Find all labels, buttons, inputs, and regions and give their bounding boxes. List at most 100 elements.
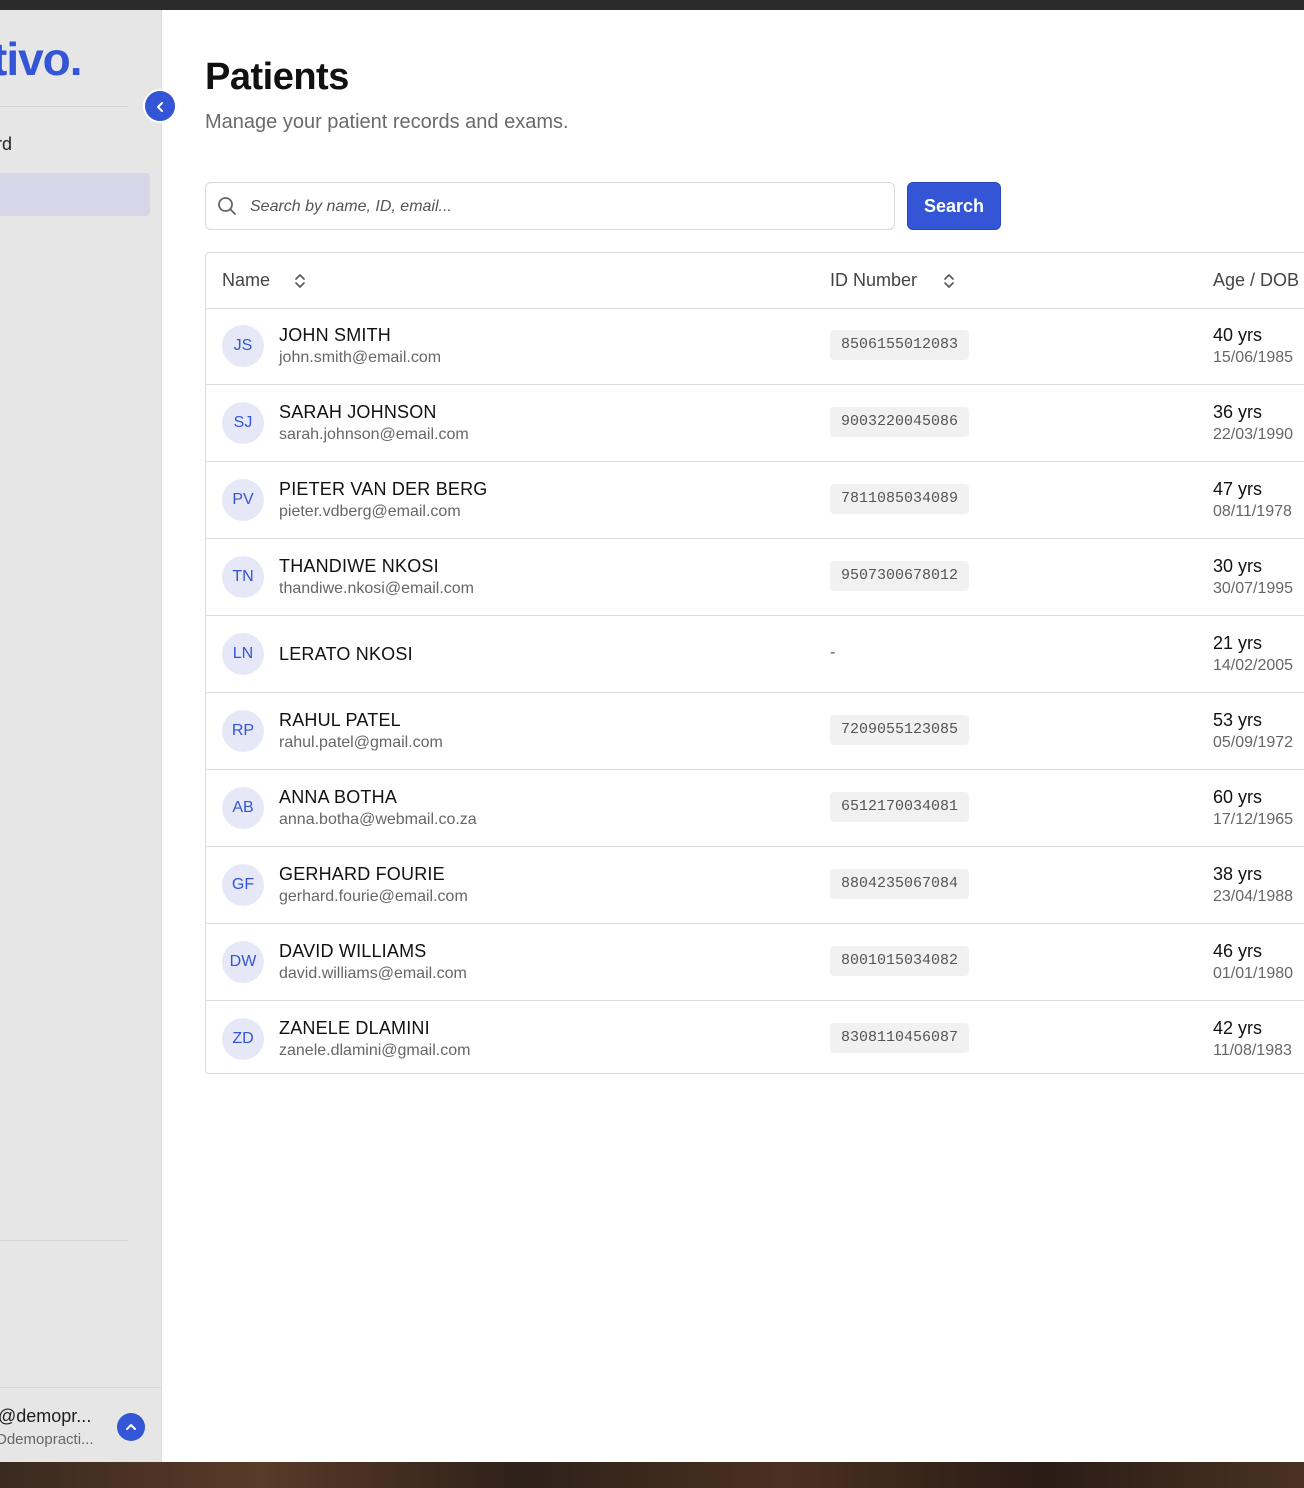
main-content: Patients Manage your patient records and… (162, 10, 1304, 1462)
patient-dob: 23/04/1988 (1213, 888, 1294, 905)
table-row[interactable]: JS JOHN SMITH john.smith@email.com 85061… (206, 308, 1304, 385)
patient-email: john.smith@email.com (279, 349, 442, 366)
column-header-age[interactable]: Age / DOB (1213, 270, 1299, 291)
avatar: ZD (222, 1018, 264, 1060)
patient-email: thandiwe.nkosi@email.com (279, 580, 474, 597)
column-header-name[interactable]: Name (222, 270, 307, 291)
patient-age: 36 yrs (1213, 402, 1263, 422)
avatar: DW (222, 941, 264, 983)
avatar: RP (222, 710, 264, 752)
patient-age: 42 yrs (1213, 1018, 1263, 1038)
sidebar: tivo. rd @demopr... Ddemopracti... (0, 10, 162, 1462)
page-subtitle: Manage your patient records and exams. (205, 111, 569, 133)
avatar: LN (222, 633, 264, 675)
desktop-background-strip (0, 1462, 1304, 1488)
avatar: AB (222, 787, 264, 829)
id-number: 8308110456087 (830, 1023, 970, 1053)
avatar: TN (222, 556, 264, 598)
search-button[interactable]: Search (907, 182, 1001, 230)
user-email: @demopr... (0, 1406, 92, 1426)
search-input[interactable] (248, 191, 882, 223)
sort-icon[interactable] (293, 272, 307, 290)
user-profile[interactable]: @demopr... Ddemopracti... (0, 1387, 161, 1462)
sort-icon[interactable] (942, 272, 956, 290)
patient-name: LERATO NKOSI (279, 644, 413, 664)
patient-name: SARAH JOHNSON (279, 402, 437, 422)
table-row[interactable]: PV PIETER VAN DER BERG pieter.vdberg@ema… (206, 462, 1304, 539)
table-row[interactable]: RP RAHUL PATEL rahul.patel@gmail.com 720… (206, 693, 1304, 770)
patient-email: zanele.dlamini@gmail.com (279, 1042, 471, 1059)
patient-name: ANNA BOTHA (279, 787, 398, 807)
patient-age: 21 yrs (1213, 633, 1263, 653)
table-row[interactable]: TN THANDIWE NKOSI thandiwe.nkosi@email.c… (206, 539, 1304, 616)
column-header-id[interactable]: ID Number (830, 270, 956, 291)
patient-dob: 30/07/1995 (1213, 580, 1294, 597)
patient-age: 46 yrs (1213, 941, 1263, 961)
patient-age: 40 yrs (1213, 325, 1263, 345)
patient-email: anna.botha@webmail.co.za (279, 811, 477, 828)
patient-dob: 05/09/1972 (1213, 734, 1294, 751)
patient-age: 30 yrs (1213, 556, 1263, 576)
patient-age: 38 yrs (1213, 864, 1263, 884)
avatar: SJ (222, 402, 264, 444)
table-row[interactable]: GF GERHARD FOURIE gerhard.fourie@email.c… (206, 847, 1304, 924)
id-number: 7811085034089 (830, 484, 970, 514)
patient-dob: 22/03/1990 (1213, 426, 1294, 443)
patient-name: PIETER VAN DER BERG (279, 479, 488, 499)
table-row[interactable]: SJ SARAH JOHNSON sarah.johnson@email.com… (206, 385, 1304, 462)
user-subtext: Ddemopracti... (0, 1431, 94, 1448)
sidebar-divider (0, 1240, 128, 1241)
patient-name: DAVID WILLIAMS (279, 941, 427, 961)
patient-name: THANDIWE NKOSI (279, 556, 439, 576)
sidebar-item-patients[interactable] (0, 173, 150, 216)
chevron-left-icon (157, 101, 163, 112)
patient-dob: 15/06/1985 (1213, 349, 1294, 366)
user-menu-button[interactable] (117, 1413, 145, 1441)
search-box[interactable] (205, 182, 895, 230)
patient-email: david.williams@email.com (279, 965, 467, 982)
avatar: JS (222, 325, 264, 367)
id-number: 8506155012083 (830, 330, 970, 360)
id-number: 8804235067084 (830, 869, 970, 899)
patient-age: 53 yrs (1213, 710, 1263, 730)
patient-dob: 14/02/2005 (1213, 657, 1294, 674)
sidebar-collapse-button[interactable] (143, 89, 177, 123)
brand-logo[interactable]: tivo. (0, 32, 83, 86)
chevron-up-icon (126, 1423, 136, 1430)
id-number: 6512170034081 (830, 792, 970, 822)
table-header: Name ID Number Age / DOB (206, 253, 1304, 309)
patient-dob: 17/12/1965 (1213, 811, 1294, 828)
table-row[interactable]: ZD ZANELE DLAMINI zanele.dlamini@gmail.c… (206, 1001, 1304, 1077)
table-row[interactable]: AB ANNA BOTHA anna.botha@webmail.co.za 6… (206, 770, 1304, 847)
patient-age: 47 yrs (1213, 479, 1263, 499)
id-number-empty: - (830, 644, 836, 661)
id-number: 7209055123085 (830, 715, 970, 745)
patient-email: gerhard.fourie@email.com (279, 888, 468, 905)
patient-dob: 01/01/1980 (1213, 965, 1294, 982)
patient-name: JOHN SMITH (279, 325, 391, 345)
patient-email: rahul.patel@gmail.com (279, 734, 443, 751)
table-row[interactable]: LN LERATO NKOSI - 21 yrs 14/02/2005 (206, 616, 1304, 693)
window-top-bar (0, 0, 1304, 10)
avatar: GF (222, 864, 264, 906)
id-number: 9003220045086 (830, 407, 970, 437)
patients-table: Name ID Number Age / DOB JS JOHN SMITH j… (205, 252, 1304, 1074)
patient-email: pieter.vdberg@email.com (279, 503, 461, 520)
sidebar-divider (0, 106, 128, 107)
patient-name: ZANELE DLAMINI (279, 1018, 430, 1038)
id-number: 9507300678012 (830, 561, 970, 591)
id-number: 8001015034082 (830, 946, 970, 976)
patient-dob: 11/08/1983 (1213, 1042, 1292, 1059)
column-label: Name (222, 270, 271, 290)
patient-name: GERHARD FOURIE (279, 864, 445, 884)
avatar: PV (222, 479, 264, 521)
sidebar-item-dashboard[interactable]: rd (0, 134, 12, 155)
page-title: Patients (205, 56, 349, 98)
table-row[interactable]: DW DAVID WILLIAMS david.williams@email.c… (206, 924, 1304, 1001)
patient-age: 60 yrs (1213, 787, 1263, 807)
patient-dob: 08/11/1978 (1213, 503, 1292, 520)
patient-name: RAHUL PATEL (279, 710, 401, 730)
patient-email: sarah.johnson@email.com (279, 426, 469, 443)
search-icon (218, 197, 236, 215)
column-label: ID Number (830, 270, 918, 290)
